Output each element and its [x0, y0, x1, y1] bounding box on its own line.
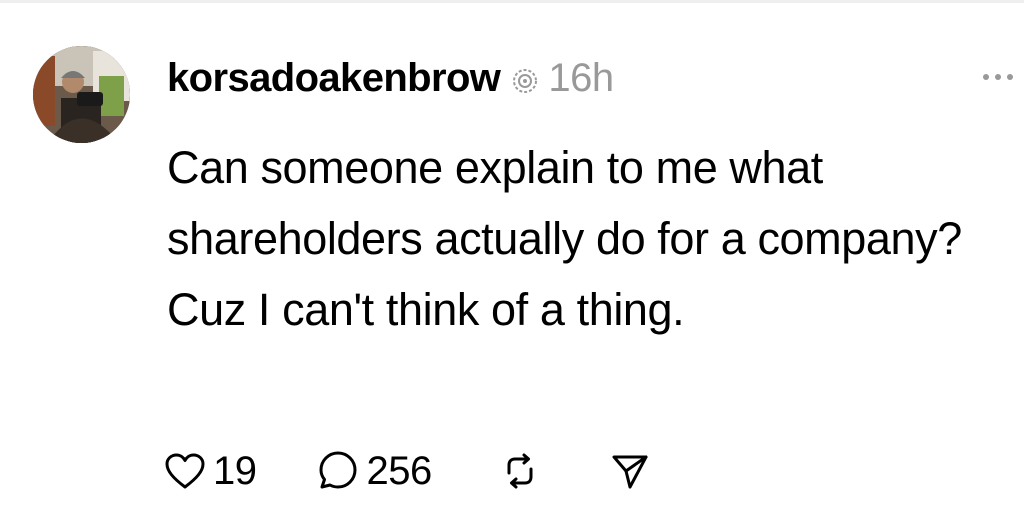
- avatar[interactable]: [33, 46, 130, 143]
- avatar-photo: [33, 46, 130, 143]
- username[interactable]: korsadoakenbrow: [167, 56, 501, 101]
- post-timestamp: 16h: [548, 55, 614, 100]
- heart-icon: [165, 453, 205, 489]
- post-body: Can someone explain to me what sharehold…: [167, 142, 962, 335]
- repost-icon: [507, 453, 533, 489]
- more-dot: [995, 74, 1001, 80]
- top-divider: [0, 0, 1024, 3]
- share-button[interactable]: [610, 451, 650, 491]
- post-header: korsadoakenbrow 16h: [167, 52, 614, 104]
- comment-icon: [319, 451, 356, 489]
- like-button[interactable]: 19: [163, 449, 257, 494]
- more-horizontal-icon: [983, 74, 989, 80]
- post-actions: 19 256: [163, 444, 650, 498]
- repost-button[interactable]: [500, 451, 540, 491]
- like-count: 19: [213, 448, 257, 493]
- reply-count: 256: [366, 448, 433, 493]
- more-dot: [1007, 74, 1013, 80]
- reply-button[interactable]: 256: [317, 449, 432, 494]
- threads-badge-icon: [512, 68, 538, 94]
- send-icon: [612, 455, 648, 489]
- more-options-button[interactable]: [983, 60, 1024, 94]
